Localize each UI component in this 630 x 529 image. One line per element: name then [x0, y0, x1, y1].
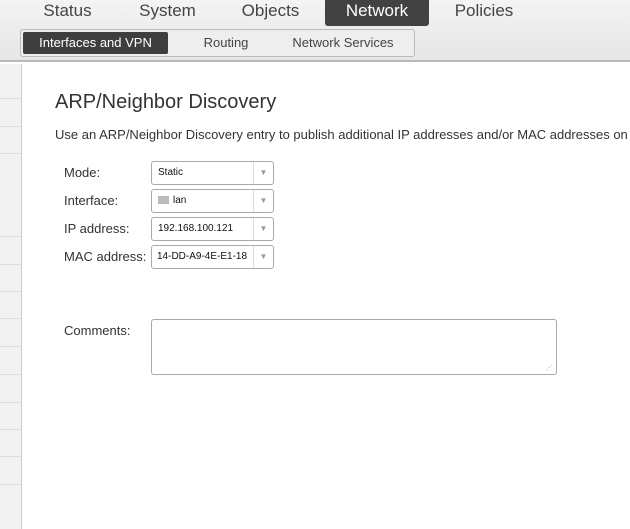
tab-policies[interactable]: Policies [445, 0, 523, 26]
page-description: Use an ARP/Neighbor Discovery entry to p… [55, 127, 628, 142]
mode-select[interactable]: Static ▼ [151, 161, 274, 185]
interface-select[interactable]: lan ▼ [151, 189, 274, 213]
interface-label: Interface: [64, 193, 119, 208]
mac-address-value: 14-DD-A9-4E-E1-18 [157, 251, 248, 262]
mode-label: Mode: [64, 165, 101, 180]
ip-address-label: IP address: [64, 221, 130, 236]
resize-grip-icon[interactable]: ⋰ [546, 364, 553, 372]
comments-textarea[interactable]: ⋰ [151, 319, 557, 375]
mac-address-label: MAC address: [64, 249, 147, 264]
network-interface-icon [158, 196, 169, 205]
mac-address-combo[interactable]: 14-DD-A9-4E-E1-18 ▼ [151, 245, 274, 269]
sub-navigation: Interfaces and VPN Routing Network Servi… [20, 29, 415, 57]
chevron-down-icon[interactable]: ▼ [253, 162, 273, 184]
sidebar [0, 64, 22, 529]
interface-value: lan [173, 195, 187, 206]
ip-address-value: 192.168.100.121 [158, 223, 234, 234]
chevron-down-icon[interactable]: ▼ [253, 218, 273, 240]
mode-value: Static [158, 167, 184, 178]
tab-network[interactable]: Network [325, 0, 429, 26]
chevron-down-icon[interactable]: ▼ [253, 190, 273, 212]
tab-status[interactable]: Status [30, 0, 105, 26]
ip-address-combo[interactable]: 192.168.100.121 ▼ [151, 217, 274, 241]
chevron-down-icon[interactable]: ▼ [253, 246, 273, 268]
subtab-network-services[interactable]: Network Services [283, 32, 403, 54]
tab-objects[interactable]: Objects [228, 0, 313, 26]
comments-label: Comments: [64, 323, 131, 338]
page-title: ARP/Neighbor Discovery [55, 91, 277, 113]
subtab-interfaces-vpn[interactable]: Interfaces and VPN [23, 32, 168, 54]
subtab-routing[interactable]: Routing [181, 32, 271, 54]
top-navigation: Status System Objects Network Policies I… [0, 0, 630, 62]
tab-system[interactable]: System [125, 0, 210, 26]
